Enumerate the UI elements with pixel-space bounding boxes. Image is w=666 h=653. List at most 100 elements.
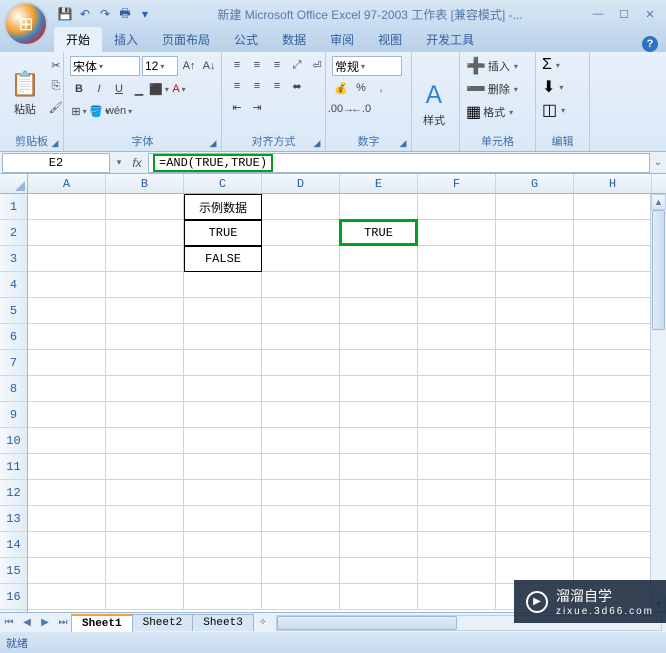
cell-F4[interactable] — [418, 272, 496, 298]
cell-A15[interactable] — [28, 558, 106, 584]
col-header-H[interactable]: H — [574, 174, 652, 193]
cell-F16[interactable] — [418, 584, 496, 610]
cell-A12[interactable] — [28, 480, 106, 506]
cell-E2[interactable]: TRUE — [340, 220, 418, 246]
col-header-B[interactable]: B — [106, 174, 184, 193]
cell-G4[interactable] — [496, 272, 574, 298]
cell-A11[interactable] — [28, 454, 106, 480]
wrap-text-icon[interactable]: ⏎ — [308, 56, 326, 74]
cell-A8[interactable] — [28, 376, 106, 402]
row-header-5[interactable]: 5 — [0, 298, 27, 324]
row-header-6[interactable]: 6 — [0, 324, 27, 350]
close-button[interactable]: ✕ — [638, 5, 662, 23]
cell-C8[interactable] — [184, 376, 262, 402]
cell-A2[interactable] — [28, 220, 106, 246]
formula-input[interactable]: =AND(TRUE,TRUE) — [148, 153, 650, 173]
cell-H6[interactable] — [574, 324, 652, 350]
cell-H8[interactable] — [574, 376, 652, 402]
percent-icon[interactable]: % — [352, 79, 370, 97]
row-header-14[interactable]: 14 — [0, 532, 27, 558]
cell-B10[interactable] — [106, 428, 184, 454]
row-header-8[interactable]: 8 — [0, 376, 27, 402]
cell-F7[interactable] — [418, 350, 496, 376]
cell-A13[interactable] — [28, 506, 106, 532]
cell-B5[interactable] — [106, 298, 184, 324]
vscroll-thumb[interactable] — [652, 210, 665, 330]
scroll-up-button[interactable]: ▲ — [651, 194, 666, 210]
grow-font-icon[interactable]: A↑ — [180, 57, 198, 75]
format-painter-icon[interactable]: 🖌 — [47, 98, 65, 116]
tab-data[interactable]: 数据 — [270, 27, 318, 52]
row-header-2[interactable]: 2 — [0, 220, 27, 246]
orientation-icon[interactable]: ⤢ — [288, 56, 306, 74]
tab-view[interactable]: 视图 — [366, 27, 414, 52]
cells-area[interactable]: 示例数据TRUETRUEFALSE — [28, 194, 666, 612]
sheet-nav-last[interactable]: ⏭ — [54, 614, 72, 632]
cell-C12[interactable] — [184, 480, 262, 506]
font-name-combo[interactable]: 宋体▾ — [70, 56, 140, 76]
cell-C16[interactable] — [184, 584, 262, 610]
cell-D1[interactable] — [262, 194, 340, 220]
cell-C13[interactable] — [184, 506, 262, 532]
col-header-G[interactable]: G — [496, 174, 574, 193]
cell-G3[interactable] — [496, 246, 574, 272]
align-left-icon[interactable]: ≡ — [228, 77, 246, 95]
sheet-tab-3[interactable]: Sheet3 — [192, 614, 254, 631]
cell-E4[interactable] — [340, 272, 418, 298]
cell-E13[interactable] — [340, 506, 418, 532]
redo-icon[interactable]: ↷ — [96, 5, 114, 23]
row-header-9[interactable]: 9 — [0, 402, 27, 428]
row-header-12[interactable]: 12 — [0, 480, 27, 506]
align-top-icon[interactable]: ≡ — [228, 56, 246, 74]
col-header-A[interactable]: A — [28, 174, 106, 193]
sheet-tab-1[interactable]: Sheet1 — [71, 614, 133, 632]
cell-G12[interactable] — [496, 480, 574, 506]
sheet-nav-first[interactable]: ⏮ — [0, 614, 18, 632]
fill-button[interactable]: ⬇▾ — [542, 77, 565, 97]
cell-D15[interactable] — [262, 558, 340, 584]
cell-G1[interactable] — [496, 194, 574, 220]
cell-G6[interactable] — [496, 324, 574, 350]
font-color-icon[interactable]: A▾ — [170, 80, 188, 98]
cell-D3[interactable] — [262, 246, 340, 272]
cell-H14[interactable] — [574, 532, 652, 558]
font-launcher[interactable]: ◢ — [207, 137, 219, 149]
help-icon[interactable]: ? — [642, 36, 658, 52]
format-cells-button[interactable]: ▦格式▾ — [466, 102, 518, 122]
cell-B1[interactable] — [106, 194, 184, 220]
autosum-button[interactable]: Σ▾ — [542, 56, 565, 74]
cell-D13[interactable] — [262, 506, 340, 532]
cell-E16[interactable] — [340, 584, 418, 610]
borders-icon[interactable]: ⊞▾ — [70, 102, 88, 120]
delete-cells-button[interactable]: ➖删除▾ — [466, 79, 518, 99]
cell-G14[interactable] — [496, 532, 574, 558]
cell-D7[interactable] — [262, 350, 340, 376]
align-center-icon[interactable]: ≡ — [248, 77, 266, 95]
cell-G5[interactable] — [496, 298, 574, 324]
cell-H9[interactable] — [574, 402, 652, 428]
cell-G10[interactable] — [496, 428, 574, 454]
cell-F14[interactable] — [418, 532, 496, 558]
cell-F1[interactable] — [418, 194, 496, 220]
cell-A16[interactable] — [28, 584, 106, 610]
cell-A6[interactable] — [28, 324, 106, 350]
cell-F10[interactable] — [418, 428, 496, 454]
cell-A4[interactable] — [28, 272, 106, 298]
cell-C11[interactable] — [184, 454, 262, 480]
phonetic-icon[interactable]: wén▾ — [110, 102, 128, 120]
align-middle-icon[interactable]: ≡ — [248, 56, 266, 74]
cell-C10[interactable] — [184, 428, 262, 454]
vertical-scrollbar[interactable]: ▲ ▼ — [650, 194, 666, 612]
cell-B13[interactable] — [106, 506, 184, 532]
cell-D2[interactable] — [262, 220, 340, 246]
row-header-7[interactable]: 7 — [0, 350, 27, 376]
row-header-10[interactable]: 10 — [0, 428, 27, 454]
cell-A3[interactable] — [28, 246, 106, 272]
name-box-dropdown[interactable]: ▾ — [112, 157, 126, 168]
cell-H13[interactable] — [574, 506, 652, 532]
cell-D4[interactable] — [262, 272, 340, 298]
increase-indent-icon[interactable]: ⇥ — [248, 98, 266, 116]
cell-B7[interactable] — [106, 350, 184, 376]
cell-B9[interactable] — [106, 402, 184, 428]
paste-button[interactable]: 📋 粘贴 — [6, 56, 44, 131]
